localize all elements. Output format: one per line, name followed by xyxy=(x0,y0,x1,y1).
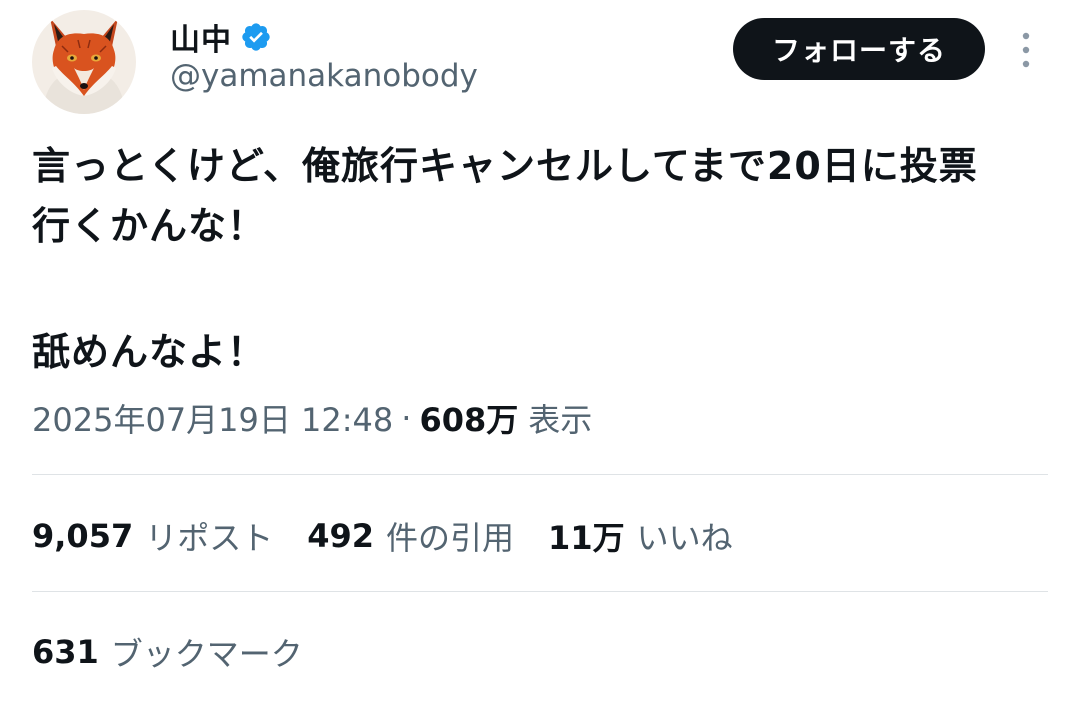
bookmarks-stat[interactable]: 631 ブックマーク xyxy=(32,630,303,674)
bookmarks-label: ブックマーク xyxy=(110,635,303,673)
reposts-count: 9,057 xyxy=(32,517,134,555)
likes-count: 11万 xyxy=(548,519,625,557)
display-name[interactable]: 山中 xyxy=(170,15,232,59)
tweet-line: 行くかんな！ xyxy=(32,204,267,248)
divider xyxy=(32,474,1048,475)
bookmarks-stat-inner[interactable]: 631 ブックマーク xyxy=(32,629,303,675)
meta-separator: · xyxy=(401,399,412,437)
views-label: 表示 xyxy=(528,401,593,439)
likes-stat[interactable]: 11万 いいね xyxy=(548,513,733,559)
tweet-text: 言っとくけど、俺旅行キャンセルしてまで20日に投票 行くかんな！ 舐めんなよ！ xyxy=(32,136,1057,382)
views-count: 608万 xyxy=(419,401,519,439)
divider xyxy=(32,591,1048,592)
author-name-row[interactable]: 山中 xyxy=(170,16,272,58)
engagement-stats: 9,057 リポスト 492 件の引用 11万 いいね xyxy=(32,514,767,558)
tweet-line: 舐めんなよ！ xyxy=(32,330,267,374)
follow-button[interactable]: フォローする xyxy=(733,18,985,80)
tweet-meta: 2025年07月19日 12:48 · 608万 表示 xyxy=(32,396,592,440)
likes-label: いいね xyxy=(636,519,733,557)
more-vertical-icon[interactable] xyxy=(1010,28,1042,72)
quotes-stat[interactable]: 492 件の引用 xyxy=(307,513,514,559)
user-handle[interactable]: @yamanakanobody xyxy=(170,58,478,94)
fox-avatar-icon[interactable] xyxy=(32,10,136,114)
tweet-line: 言っとくけど、俺旅行キャンセルしてまで20日に投票 xyxy=(32,144,978,188)
quotes-count: 492 xyxy=(307,517,375,555)
quotes-label: 件の引用 xyxy=(386,519,515,557)
reposts-stat[interactable]: 9,057 リポスト xyxy=(32,513,273,559)
bookmarks-count: 631 xyxy=(32,633,99,671)
timestamp[interactable]: 2025年07月19日 12:48 xyxy=(32,395,393,441)
reposts-label: リポスト xyxy=(145,519,274,557)
verified-badge-icon[interactable] xyxy=(240,21,272,53)
